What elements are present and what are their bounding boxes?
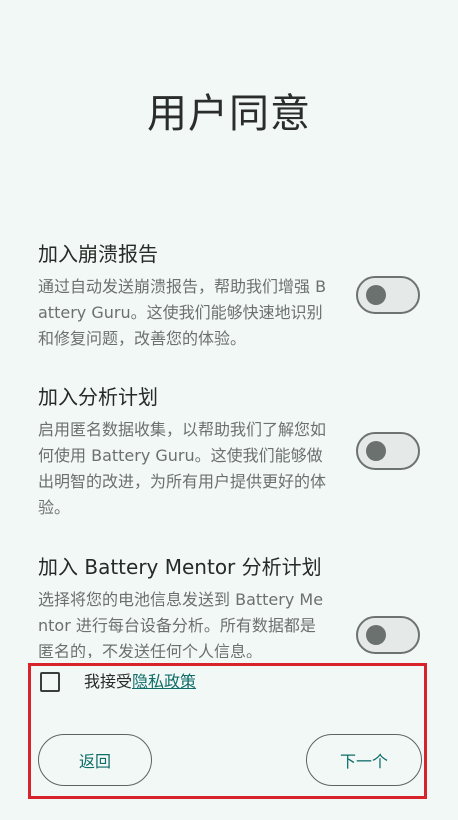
analytics-title: 加入分析计划 bbox=[38, 385, 158, 409]
battery-mentor-description: 选择将您的电池信息发送到 Battery Mentor 进行每台设备分析。所有数… bbox=[38, 590, 324, 661]
crash-report-description: 通过自动发送崩溃报告，帮助我们增强 Battery Guru。这使我们能够快速地… bbox=[38, 277, 327, 348]
page-title: 用户同意 bbox=[147, 91, 311, 137]
user-consent-screen: 用户同意 加入崩溃报告 通过自动发送崩溃报告，帮助我们增强 Battery Gu… bbox=[0, 0, 458, 820]
crash-report-title: 加入崩溃报告 bbox=[38, 242, 158, 266]
crash-report-toggle[interactable] bbox=[356, 276, 420, 314]
toggle-knob bbox=[366, 441, 386, 461]
privacy-consent-row: 我接受 隐私政策 bbox=[40, 670, 196, 694]
battery-mentor-toggle[interactable] bbox=[356, 616, 420, 654]
crash-report-setting: 加入崩溃报告 通过自动发送崩溃报告，帮助我们增强 Battery Guru。这使… bbox=[38, 240, 424, 352]
toggle-knob bbox=[366, 625, 386, 645]
analytics-description: 启用匿名数据收集，以帮助我们了解您如何使用 Battery Guru。这使我们能… bbox=[38, 420, 327, 517]
battery-mentor-title: 加入 Battery Mentor 分析计划 bbox=[38, 555, 322, 579]
toggle-knob bbox=[366, 285, 386, 305]
next-button[interactable]: 下一个 bbox=[306, 734, 422, 786]
accept-label: 我接受 bbox=[84, 672, 133, 691]
privacy-consent-checkbox[interactable] bbox=[40, 672, 60, 692]
back-button[interactable]: 返回 bbox=[38, 734, 152, 786]
analytics-setting: 加入分析计划 启用匿名数据收集，以帮助我们了解您如何使用 Battery Gur… bbox=[38, 383, 424, 521]
analytics-toggle[interactable] bbox=[356, 432, 420, 470]
battery-mentor-setting: 加入 Battery Mentor 分析计划 选择将您的电池信息发送到 Batt… bbox=[38, 553, 424, 665]
consent-panel: 我接受 隐私政策 返回 下一个 bbox=[0, 658, 458, 820]
privacy-policy-link[interactable]: 隐私政策 bbox=[132, 670, 196, 694]
